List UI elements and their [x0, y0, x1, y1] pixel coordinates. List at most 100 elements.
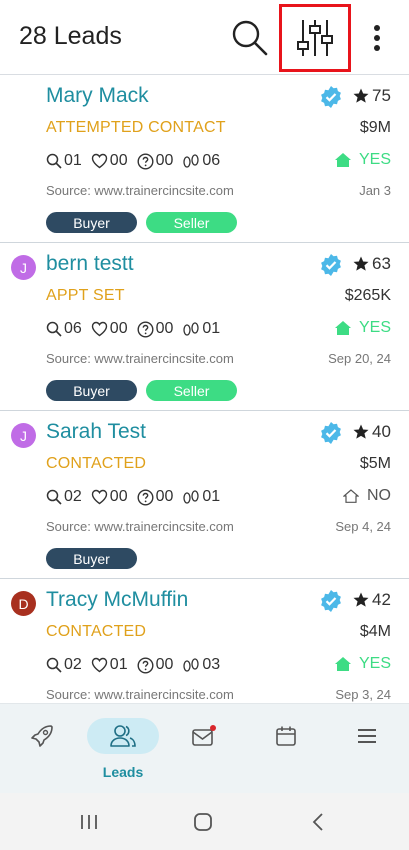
lead-price: $265K [344, 287, 391, 304]
star-icon [353, 88, 369, 103]
lead-card[interactable]: D Tracy McMuffin 42 CONTACTED $4M 02 01 … [0, 579, 409, 703]
lead-score: 75 [372, 86, 391, 105]
search-icon [46, 489, 62, 505]
heart-icon [91, 489, 107, 505]
lead-source: Source: www.trainercincsite.com [46, 687, 234, 702]
home-filled-icon [334, 153, 351, 167]
app-header: 28 Leads [0, 0, 409, 75]
visits-stat: 06 [182, 152, 220, 170]
lead-score: 40 [372, 422, 391, 441]
rocket-icon [31, 725, 53, 747]
nav-dashboard-pill [6, 718, 78, 754]
lead-date: Sep 20, 24 [328, 351, 391, 366]
nav-menu[interactable] [331, 704, 403, 794]
questions-stat: 00 [137, 656, 173, 674]
lead-score: 42 [372, 590, 391, 609]
visits-stat: 03 [182, 656, 220, 674]
verified-icon [321, 86, 341, 108]
views-stat: 02 [46, 656, 82, 674]
views-stat: 06 [46, 320, 82, 338]
nav-dashboard[interactable] [6, 704, 78, 794]
recent-apps-icon [81, 815, 97, 829]
sliders-icon [297, 20, 333, 56]
lead-stats: 02 00 00 01 [46, 487, 229, 507]
lead-source: Source: www.trainercincsite.com [46, 351, 234, 366]
menu-icon [358, 729, 376, 743]
nav-leads[interactable]: Leads [87, 704, 159, 794]
search-icon [46, 153, 62, 169]
favorites-stat: 00 [91, 152, 128, 170]
visits-stat: 01 [182, 488, 220, 506]
more-options-button[interactable] [362, 0, 392, 75]
search-button[interactable] [228, 0, 272, 75]
questions-stat: 00 [137, 488, 173, 506]
questions-stat: 00 [137, 320, 173, 338]
avatar: D [11, 591, 36, 616]
nav-calendar[interactable] [250, 704, 322, 794]
filter-button[interactable] [279, 4, 351, 72]
lead-status: ATTEMPTED CONTACT [46, 119, 226, 136]
search-icon [232, 20, 268, 55]
system-navigation-bar [0, 793, 409, 850]
lead-source: Source: www.trainercincsite.com [46, 519, 234, 534]
lead-status: APPT SET [46, 287, 125, 304]
home-circle-icon [194, 813, 212, 831]
lead-stats: 01 00 00 06 [46, 151, 229, 171]
lead-price: $9M [359, 119, 391, 136]
questions-stat: 00 [137, 152, 173, 170]
avatar: J [11, 255, 36, 280]
verified-icon [321, 254, 341, 276]
recent-apps-button[interactable] [74, 807, 104, 837]
nav-menu-pill [331, 718, 403, 754]
favorites-stat: 01 [91, 656, 128, 674]
bottom-navigation: Leads [0, 703, 409, 793]
lead-score: 63 [372, 254, 391, 273]
lead-name[interactable]: Tracy McMuffin [46, 588, 188, 612]
search-icon [46, 321, 62, 337]
leads-icon [110, 725, 136, 747]
verified-icon [321, 590, 341, 612]
seller-tag: Seller [146, 212, 237, 233]
lead-tags: Buyer Seller [46, 380, 246, 401]
buyer-tag: Buyer [46, 548, 137, 569]
home-status: YES [334, 655, 391, 673]
home-status: YES [334, 319, 391, 337]
nav-leads-pill [87, 718, 159, 754]
nav-calendar-pill [250, 718, 322, 754]
lead-name[interactable]: Mary Mack [46, 84, 149, 108]
seller-tag: Seller [146, 380, 237, 401]
nav-messages[interactable] [168, 704, 240, 794]
leads-list[interactable]: Mary Mack 75 ATTEMPTED CONTACT $9M 01 00… [0, 75, 409, 703]
lead-date: Jan 3 [359, 183, 391, 198]
lead-name[interactable]: bern testt [46, 252, 134, 276]
lead-tags: Buyer [46, 548, 146, 569]
question-icon [137, 320, 154, 338]
back-button[interactable] [303, 807, 333, 837]
lead-name[interactable]: Sarah Test [46, 420, 146, 444]
lead-card[interactable]: J bern testt 63 APPT SET $265K 06 00 00 … [0, 243, 409, 411]
star-icon [353, 256, 369, 271]
views-stat: 02 [46, 488, 82, 506]
question-icon [137, 488, 154, 506]
home-status: YES [334, 151, 391, 169]
views-stat: 01 [46, 152, 82, 170]
lead-stats: 02 01 00 03 [46, 655, 229, 675]
favorites-stat: 00 [91, 320, 128, 338]
question-icon [137, 152, 154, 170]
mail-icon [192, 725, 216, 746]
favorites-stat: 00 [91, 488, 128, 506]
question-icon [137, 656, 154, 674]
lead-date: Sep 3, 24 [335, 687, 391, 702]
home-button[interactable] [188, 807, 218, 837]
buyer-tag: Buyer [46, 212, 137, 233]
star-icon [353, 424, 369, 439]
lead-card[interactable]: Mary Mack 75 ATTEMPTED CONTACT $9M 01 00… [0, 75, 409, 243]
footprints-icon [183, 322, 200, 336]
lead-card[interactable]: J Sarah Test 40 CONTACTED $5M 02 00 00 0… [0, 411, 409, 579]
avatar: J [11, 423, 36, 448]
home-filled-icon [334, 657, 351, 671]
lead-status: CONTACTED [46, 623, 147, 640]
footprints-icon [183, 658, 200, 672]
visits-stat: 01 [182, 320, 220, 338]
verified-icon [321, 422, 341, 444]
